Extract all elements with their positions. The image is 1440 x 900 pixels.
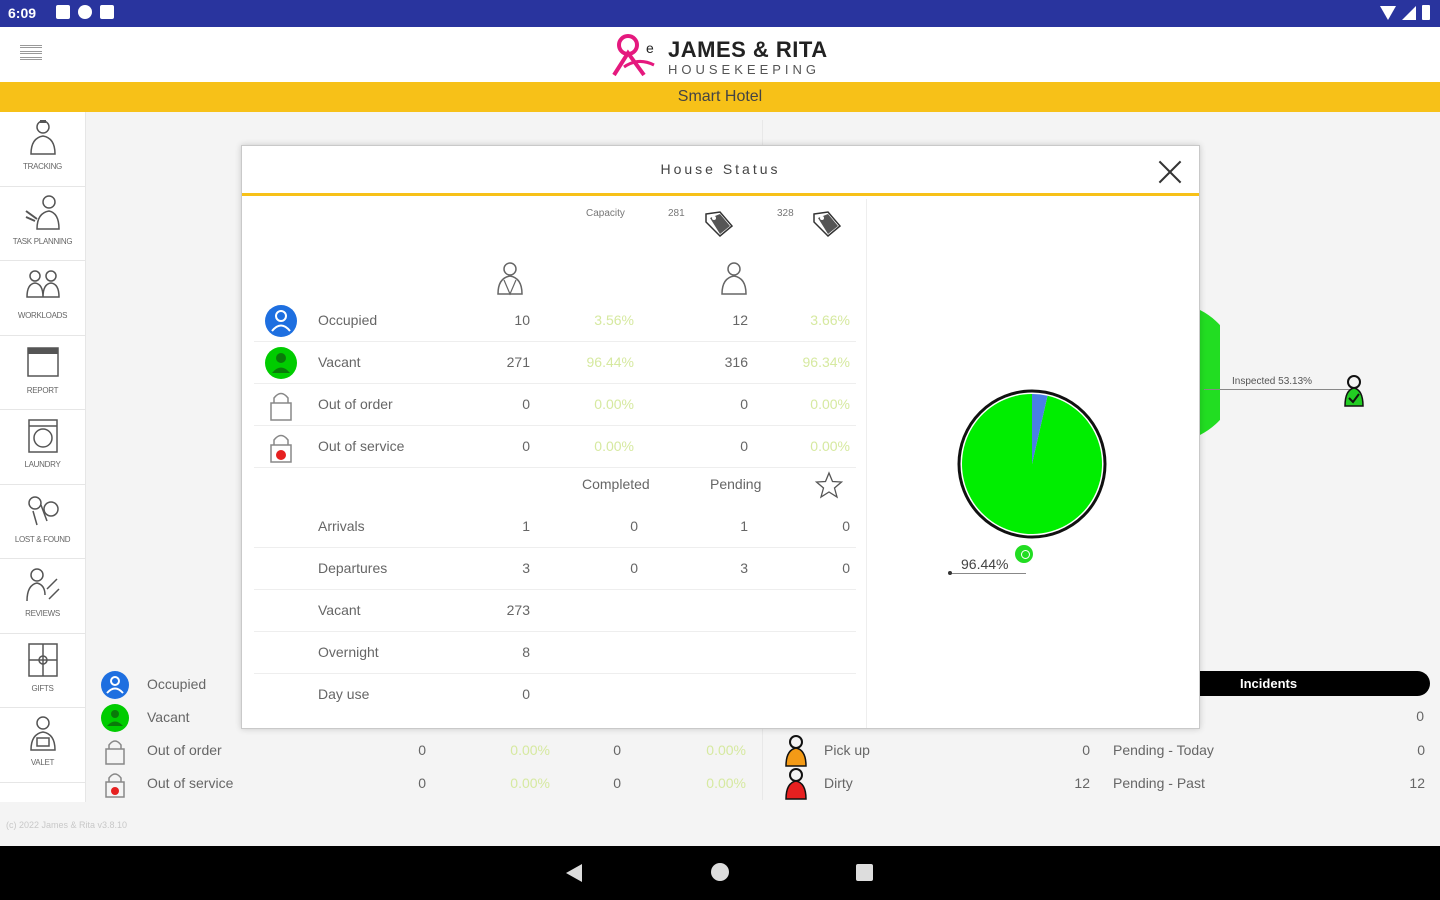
guests-icon [497,262,523,296]
tag-icon [705,211,734,238]
legend-row-out-of-service: Out of service 0 0.00% 0 0.00% [96,767,756,800]
person-icon [721,262,747,295]
app-notification-icon [78,5,92,19]
clock: 6:09 [8,5,37,21]
movement-row-overnight: Overnight 8 [254,632,856,674]
sidebar-item-tracking[interactable]: TRACKING [0,112,85,187]
occupied-icon [101,671,129,699]
dialog-header: House Status [242,146,1199,196]
sd-card-icon [100,5,114,19]
pending-header: Pending [710,476,762,492]
vacant-icon [101,704,129,732]
pie-label: 96.44% [961,556,1009,572]
sidebar-item-lost-found[interactable]: LOST & FOUND [0,485,85,559]
status-row-occupied: Occupied 10 3.56% 12 3.66% [254,300,856,342]
reviews-icon [25,568,60,602]
lock-icon [105,740,125,765]
menu-icon[interactable] [20,45,42,63]
app-header: e JAMES & RITA HOUSEKEEPING [0,27,1440,82]
hotel-name-bar: Smart Hotel [0,82,1440,112]
notification-icon [56,5,70,19]
sidebar-item-label: TASK PLANNING [12,236,73,246]
sidebar-item-task-planning[interactable]: TASK PLANNING [0,187,85,261]
wifi-icon [1380,5,1396,20]
workloads-icon [25,270,60,298]
occupied-icon [265,305,297,337]
background-room-status: Pick up 0 Pending - Today 0 Dirty 12 Pen… [780,734,1430,800]
sidebar: TRACKING TASK PLANNING WORKLOADS REPORT … [0,112,86,802]
home-icon[interactable] [711,863,729,881]
inspected-leader-line [1204,389,1350,390]
capacity-value-2: 328 [777,208,794,219]
sidebar-item-label: VALET [30,758,55,767]
sidebar-item-reviews[interactable]: REVIEWS [0,559,85,634]
sidebar-item-label: REVIEWS [25,609,60,618]
capacity-label: Capacity [586,208,625,219]
report-icon [26,346,59,377]
tracking-icon [29,120,56,155]
incidents-header[interactable]: Incidents [1198,671,1430,696]
lock-alert-icon [105,773,125,798]
recents-icon[interactable] [856,864,873,881]
dialog-title: House Status [660,161,781,177]
laundry-icon [27,419,58,453]
inspected-label: Inspected 53.13% [1232,376,1313,387]
vacant-icon [265,347,297,379]
brand-subtitle: HOUSEKEEPING [668,62,821,77]
sidebar-item-laundry[interactable]: LAUNDRY [0,410,85,485]
status-row-out-of-order: Out of order 0 0.00% 0 0.00% [254,384,856,426]
dirty-icon [785,768,807,800]
movement-row-arrivals: Arrivals 1 0 1 0 [254,506,856,548]
movement-row-departures: Departures 3 0 3 0 [254,548,856,590]
system-navigation-bar [0,846,1440,900]
valet-icon [29,716,56,751]
lock-icon [270,392,292,421]
brand-logo: e JAMES & RITA HOUSEKEEPING [610,31,840,79]
sidebar-item-gifts[interactable]: GIFTS [0,634,85,708]
sidebar-item-label: GIFTS [31,683,54,693]
pie-leader-dot [948,571,952,575]
room-status-row-dirty: Dirty 12 Pending - Past 12 [780,767,1430,800]
sidebar-item-label: TRACKING [23,162,62,171]
sidebar-item-label: REPORT [26,385,59,395]
gifts-icon [27,642,58,677]
back-icon[interactable] [566,864,582,882]
inspected-housekeeper-icon [1344,375,1364,407]
svg-text:e: e [646,40,654,56]
vacant-marker-icon [1014,544,1034,564]
pickup-icon [785,735,807,767]
logo-mark-icon: e [612,34,655,77]
sidebar-item-valet[interactable]: VALET [0,708,85,783]
pie-leader-line [950,573,1026,574]
movement-row-day-use: Day use 0 [318,686,530,702]
sidebar-item-label: LOST & FOUND [14,534,71,544]
tag-icon [813,211,842,238]
sidebar-item-label: LAUNDRY [24,460,61,469]
copyright: (c) 2022 James & Rita v3.8.10 [6,820,128,830]
lock-alert-icon [270,434,292,463]
battery-icon [1422,5,1430,20]
sidebar-item-workloads[interactable]: WORKLOADS [0,261,85,336]
signal-icon [1402,5,1416,20]
completed-header: Completed [582,476,650,492]
system-status-bar: 6:09 [0,0,1440,27]
close-icon[interactable] [1157,159,1183,185]
capacity-value-1: 281 [668,208,685,219]
pie-svg [957,389,1107,539]
house-status-dialog: House Status Capacity 281 328 Occupied 1… [241,145,1200,729]
dialog-divider [866,199,867,728]
sidebar-item-label: WORKLOADS [17,311,68,320]
status-row-out-of-service: Out of service 0 0.00% 0 0.00% [254,426,856,468]
occupancy-pie-chart [957,389,1107,539]
task-planning-icon [24,194,60,230]
lost-found-icon [27,495,59,525]
legend-row-out-of-order: Out of order 0 0.00% 0 0.00% [96,734,756,767]
room-status-row-pickup: Pick up 0 Pending - Today 0 [780,734,1430,767]
sidebar-item-report[interactable]: REPORT [0,336,85,410]
brand-name: JAMES & RITA [668,37,828,62]
movement-row-vacant: Vacant 273 [254,590,856,632]
status-row-vacant: Vacant 271 96.44% 316 96.34% [254,342,856,384]
star-icon [814,471,844,499]
